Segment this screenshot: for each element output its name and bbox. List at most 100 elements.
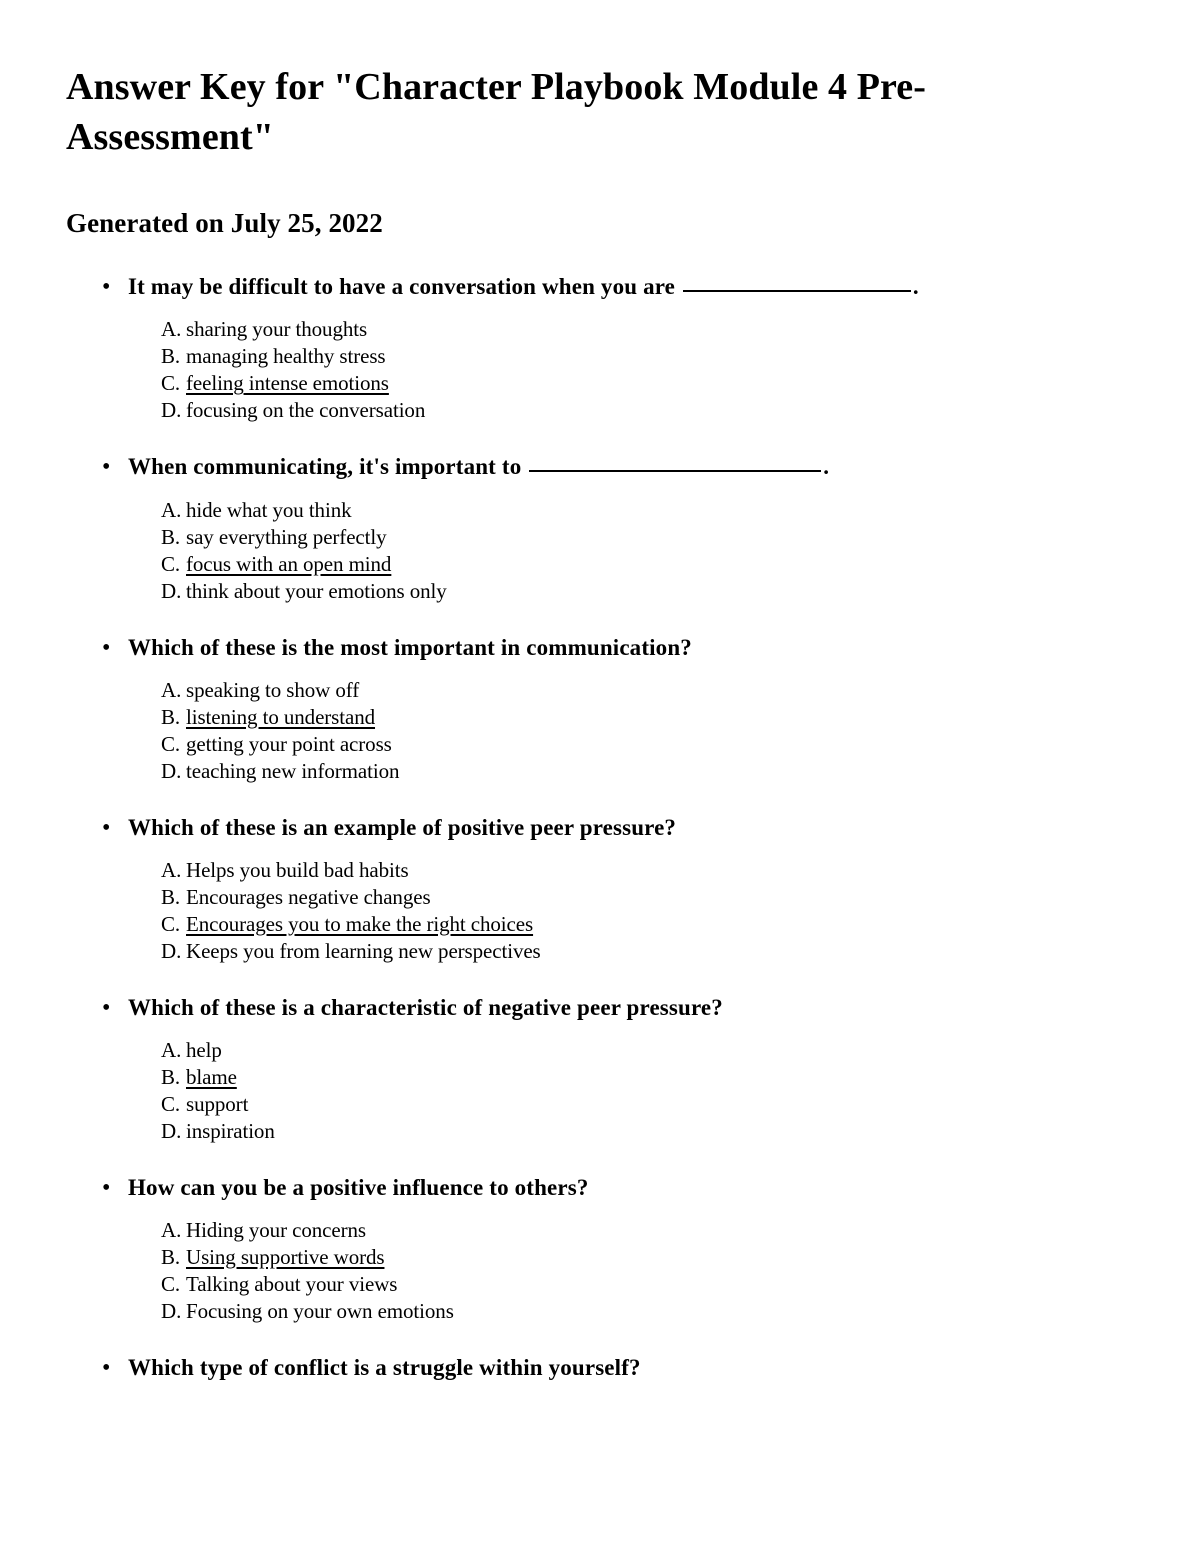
option-text: Hiding your concerns bbox=[186, 1217, 366, 1242]
question-item: • How can you be a positive influence to … bbox=[66, 1174, 1130, 1325]
answer-blank bbox=[529, 453, 822, 473]
option-letter: C. bbox=[161, 551, 181, 576]
option-letter: C. bbox=[161, 371, 181, 396]
bullet-icon: • bbox=[102, 454, 111, 481]
document-page: Answer Key for "Character Playbook Modul… bbox=[0, 0, 1200, 1553]
option-text-correct: feeling intense emotions bbox=[186, 371, 389, 396]
option-row: D. teaching new information bbox=[161, 758, 1130, 785]
option-row: C. support bbox=[161, 1091, 1130, 1118]
option-text: Helps you build bad habits bbox=[186, 857, 409, 882]
question-text: Which of these is a characteristic of ne… bbox=[128, 994, 1130, 1022]
bullet-icon: • bbox=[102, 814, 111, 841]
option-text: Encourages negative changes bbox=[186, 884, 431, 909]
question-item: • Which of these is the most important in… bbox=[66, 634, 1130, 785]
option-row: C. Talking about your views bbox=[161, 1271, 1130, 1298]
option-row: B. blame bbox=[161, 1064, 1130, 1091]
option-letter: D. bbox=[161, 1298, 182, 1323]
option-row: B. Encourages negative changes bbox=[161, 884, 1130, 911]
option-list: A. hide what you think B. say everything pe… bbox=[128, 497, 1130, 605]
bullet-icon: • bbox=[102, 1174, 111, 1201]
option-text: Focusing on your own emotions bbox=[186, 1298, 454, 1323]
option-letter: A. bbox=[161, 1037, 182, 1062]
question-list: • It may be difficult to have a conversat… bbox=[66, 273, 1130, 1381]
question-item: • Which type of conflict is a struggle wi… bbox=[66, 1354, 1130, 1382]
option-text: sharing your thoughts bbox=[186, 317, 368, 342]
option-letter: B. bbox=[161, 1064, 181, 1089]
option-row: B. Using supportive words bbox=[161, 1244, 1130, 1271]
option-text: help bbox=[186, 1037, 222, 1062]
option-text: say everything perfectly bbox=[186, 524, 387, 549]
option-text: support bbox=[186, 1091, 249, 1116]
question-stem: Which type of conflict is a struggle wit… bbox=[128, 1354, 641, 1380]
option-row: C. getting your point across bbox=[161, 731, 1130, 758]
option-row: A. Helps you build bad habits bbox=[161, 857, 1130, 884]
question-item: • It may be difficult to have a conversat… bbox=[66, 273, 1130, 424]
option-letter: B. bbox=[161, 344, 181, 369]
option-row: C. Encourages you to make the right choic… bbox=[161, 911, 1130, 938]
option-list: A. help B. blame C. support D. inspiration bbox=[128, 1037, 1130, 1145]
option-letter: A. bbox=[161, 1217, 182, 1242]
question-terminator: . bbox=[912, 274, 919, 300]
option-text: getting your point across bbox=[186, 731, 392, 756]
option-letter: A. bbox=[161, 857, 182, 882]
bullet-icon: • bbox=[102, 634, 111, 661]
option-text: think about your emotions only bbox=[186, 578, 447, 603]
question-text: How can you be a positive influence to o… bbox=[128, 1174, 1130, 1202]
option-letter: C. bbox=[161, 1271, 181, 1296]
option-letter: D. bbox=[161, 938, 182, 963]
option-text-correct: focus with an open mind bbox=[186, 551, 392, 576]
bullet-icon: • bbox=[102, 994, 111, 1021]
option-letter: D. bbox=[161, 398, 182, 423]
option-letter: B. bbox=[161, 884, 181, 909]
generated-date-subtitle: Generated on July 25, 2022 bbox=[66, 208, 383, 239]
question-stem: It may be difficult to have a conversati… bbox=[128, 274, 681, 300]
bullet-icon: • bbox=[102, 1354, 111, 1381]
option-row: D. think about your emotions only bbox=[161, 578, 1130, 605]
option-text-correct: Encourages you to make the right choices bbox=[186, 911, 534, 936]
option-row: D. Focusing on your own emotions bbox=[161, 1298, 1130, 1325]
option-text-correct: listening to understand bbox=[186, 704, 376, 729]
option-text: speaking to show off bbox=[186, 677, 360, 702]
option-row: B. managing healthy stress bbox=[161, 343, 1130, 370]
option-row: C. focus with an open mind bbox=[161, 551, 1130, 578]
question-stem: When communicating, it's important to bbox=[128, 454, 528, 480]
question-terminator: . bbox=[823, 454, 830, 480]
option-row: A. hide what you think bbox=[161, 497, 1130, 524]
option-letter: A. bbox=[161, 497, 182, 522]
option-text: focusing on the conversation bbox=[186, 398, 426, 423]
option-text-correct: Using supportive words bbox=[186, 1244, 385, 1269]
option-row: D. focusing on the conversation bbox=[161, 397, 1130, 424]
option-row: A. sharing your thoughts bbox=[161, 316, 1130, 343]
question-item: • Which of these is a characteristic of n… bbox=[66, 994, 1130, 1145]
question-text: When communicating, it's important to . bbox=[128, 453, 1130, 481]
option-row: D. inspiration bbox=[161, 1118, 1130, 1145]
question-stem: Which of these is the most important in … bbox=[128, 634, 692, 660]
option-text: hide what you think bbox=[186, 497, 352, 522]
option-letter: D. bbox=[161, 578, 182, 603]
option-text: Talking about your views bbox=[186, 1271, 398, 1296]
option-letter: B. bbox=[161, 524, 181, 549]
option-list: A. Helps you build bad habits B. Encourages… bbox=[128, 857, 1130, 965]
option-letter: B. bbox=[161, 1244, 181, 1269]
option-letter: C. bbox=[161, 731, 181, 756]
option-list: A. Hiding your concerns B. Using supportive… bbox=[128, 1217, 1130, 1325]
option-row: A. help bbox=[161, 1037, 1130, 1064]
option-row: B. say everything perfectly bbox=[161, 524, 1130, 551]
option-text: Keeps you from learning new perspectives bbox=[186, 938, 541, 963]
option-letter: D. bbox=[161, 1118, 182, 1143]
question-stem: Which of these is a characteristic of ne… bbox=[128, 994, 723, 1020]
answer-blank bbox=[682, 273, 911, 293]
option-letter: A. bbox=[161, 677, 182, 702]
question-text: Which of these is the most important in … bbox=[128, 634, 1130, 662]
option-text: inspiration bbox=[186, 1118, 275, 1143]
option-text: teaching new information bbox=[186, 758, 400, 783]
bullet-icon: • bbox=[102, 274, 111, 301]
option-letter: C. bbox=[161, 1091, 181, 1116]
option-text: managing healthy stress bbox=[186, 344, 386, 369]
option-letter: A. bbox=[161, 317, 182, 342]
page-title: Answer Key for "Character Playbook Modul… bbox=[66, 66, 927, 159]
question-text: Which of these is an example of positive… bbox=[128, 814, 1130, 842]
question-item: • When communicating, it's important to .… bbox=[66, 453, 1130, 604]
option-letter: B. bbox=[161, 704, 181, 729]
question-stem: How can you be a positive influence to o… bbox=[128, 1174, 589, 1200]
